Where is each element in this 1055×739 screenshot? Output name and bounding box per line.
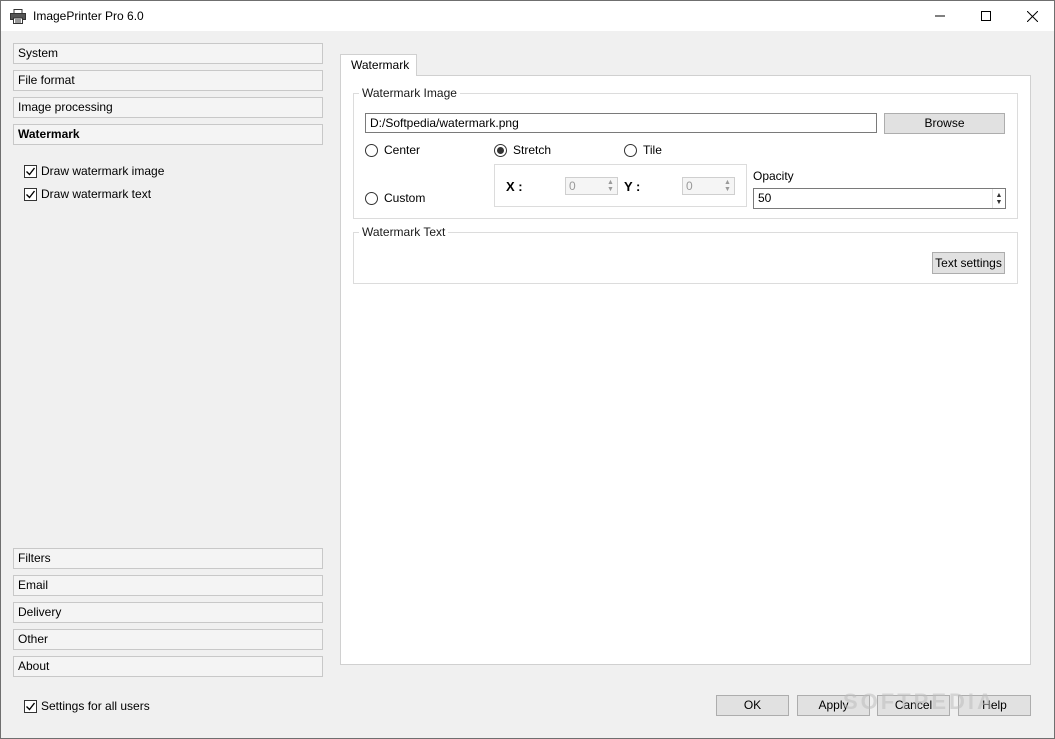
app-window: ImagePrinter Pro 6.0 System File format …: [0, 0, 1055, 739]
close-button[interactable]: [1009, 1, 1055, 31]
nav-system[interactable]: System: [13, 43, 323, 64]
draw-watermark-text-option[interactable]: Draw watermark text: [24, 186, 151, 202]
ok-button[interactable]: OK: [716, 695, 789, 716]
y-label: Y :: [624, 179, 641, 194]
draw-watermark-image-checkbox[interactable]: [24, 164, 37, 178]
x-label: X :: [506, 179, 523, 194]
window-title: ImagePrinter Pro 6.0: [33, 9, 144, 23]
checkmark-icon: [26, 702, 36, 711]
x-spin-arrows[interactable]: ▲ ▼: [604, 178, 617, 194]
checkmark-icon: [26, 190, 36, 199]
nav-filters[interactable]: Filters: [13, 548, 323, 569]
opacity-spin-arrows[interactable]: ▲ ▼: [992, 189, 1005, 208]
watermark-text-legend: Watermark Text: [359, 225, 449, 239]
apply-button[interactable]: Apply: [797, 695, 870, 716]
settings-all-users-option[interactable]: Settings for all users: [24, 698, 150, 714]
nav-file-format[interactable]: File format: [13, 70, 323, 91]
nav-email[interactable]: Email: [13, 575, 323, 596]
nav-other[interactable]: Other: [13, 629, 323, 650]
radio-tile-circle[interactable]: [624, 143, 637, 157]
spin-up-icon: ▲: [995, 191, 1003, 199]
watermark-image-legend: Watermark Image: [359, 86, 460, 100]
spin-down-icon: ▼: [607, 186, 614, 193]
maximize-button[interactable]: [963, 1, 1009, 31]
printer-icon: [10, 9, 26, 24]
x-spinbox[interactable]: 0 ▲ ▼: [565, 177, 618, 195]
nav-image-processing[interactable]: Image processing: [13, 97, 323, 118]
radio-stretch[interactable]: Stretch: [494, 142, 551, 158]
spin-down-icon: ▼: [995, 198, 1003, 206]
opacity-spinbox[interactable]: 50 ▲ ▼: [753, 188, 1006, 209]
checkmark-icon: [26, 167, 36, 176]
draw-watermark-text-label: Draw watermark text: [41, 187, 152, 201]
radio-tile-label: Tile: [643, 143, 662, 157]
radio-custom-circle[interactable]: [365, 191, 378, 205]
radio-stretch-label: Stretch: [513, 143, 552, 157]
radio-center-circle[interactable]: [365, 143, 378, 157]
settings-all-users-label: Settings for all users: [41, 699, 150, 713]
radio-center-label: Center: [384, 143, 421, 157]
spin-up-icon: ▲: [607, 179, 614, 186]
draw-watermark-text-checkbox[interactable]: [24, 187, 37, 201]
radio-center[interactable]: Center: [365, 142, 420, 158]
spin-down-icon: ▼: [724, 186, 731, 193]
settings-all-users-checkbox[interactable]: [24, 699, 37, 713]
watermark-text-group: Watermark Text: [353, 225, 1018, 284]
nav-delivery[interactable]: Delivery: [13, 602, 323, 623]
tab-watermark[interactable]: Watermark: [340, 54, 417, 76]
opacity-value: 50: [758, 191, 772, 205]
title-bar[interactable]: ImagePrinter Pro 6.0: [1, 1, 1054, 31]
minimize-icon: [935, 15, 945, 17]
radio-stretch-circle[interactable]: [494, 143, 507, 157]
radio-tile[interactable]: Tile: [624, 142, 662, 158]
radio-selected-dot: [497, 146, 504, 154]
radio-custom-label: Custom: [384, 191, 426, 205]
text-settings-button[interactable]: Text settings: [932, 252, 1005, 274]
draw-watermark-image-label: Draw watermark image: [41, 164, 165, 178]
y-value: 0: [686, 179, 693, 193]
y-spinbox[interactable]: 0 ▲ ▼: [682, 177, 735, 195]
watermark-path-input[interactable]: D:/Softpedia/watermark.png: [365, 113, 877, 133]
nav-about[interactable]: About: [13, 656, 323, 677]
spin-up-icon: ▲: [724, 179, 731, 186]
nav-watermark[interactable]: Watermark: [13, 124, 323, 145]
help-button[interactable]: Help: [958, 695, 1031, 716]
opacity-label: Opacity: [753, 169, 794, 183]
x-value: 0: [569, 179, 576, 193]
draw-watermark-image-option[interactable]: Draw watermark image: [24, 163, 164, 179]
y-spin-arrows[interactable]: ▲ ▼: [721, 178, 734, 194]
maximize-icon: [981, 11, 991, 21]
browse-button[interactable]: Browse: [884, 113, 1005, 134]
cancel-button[interactable]: Cancel: [877, 695, 950, 716]
minimize-button[interactable]: [917, 1, 963, 31]
radio-custom[interactable]: Custom: [365, 190, 425, 206]
close-icon: [1026, 10, 1038, 22]
